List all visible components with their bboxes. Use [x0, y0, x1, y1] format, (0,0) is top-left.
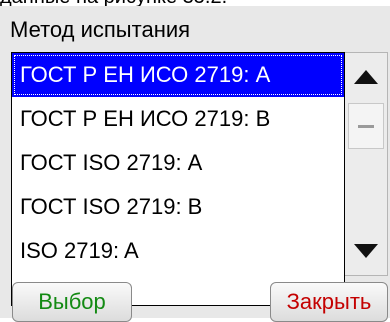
list-item[interactable]: ISO 2719: A	[12, 229, 344, 273]
list-item[interactable]: ГОСТ Р ЕН ИСО 2719: В	[12, 97, 344, 141]
dialog-title: Метод испытания	[10, 17, 191, 42]
close-button[interactable]: Закрыть	[270, 282, 388, 322]
list-item[interactable]: ГОСТ Р ЕН ИСО 2719: А	[12, 53, 344, 97]
list-item[interactable]: ГОСТ ISO 2719: А	[12, 141, 344, 185]
scroll-down-button[interactable]	[349, 231, 383, 271]
grip-icon	[358, 124, 374, 128]
triangle-down-icon	[354, 244, 378, 258]
scroll-thumb[interactable]	[348, 103, 384, 149]
method-dialog: Метод испытания ГОСТ Р ЕН ИСО 2719: А ГО…	[0, 6, 390, 322]
triangle-up-icon	[354, 70, 378, 84]
method-list[interactable]: ГОСТ Р ЕН ИСО 2719: А ГОСТ Р ЕН ИСО 2719…	[11, 52, 345, 306]
list-item[interactable]: ГОСТ ISO 2719: В	[12, 185, 344, 229]
scroll-up-button[interactable]	[349, 57, 383, 97]
list-scrollbar[interactable]	[345, 52, 388, 276]
select-button[interactable]: Выбор	[12, 282, 132, 322]
